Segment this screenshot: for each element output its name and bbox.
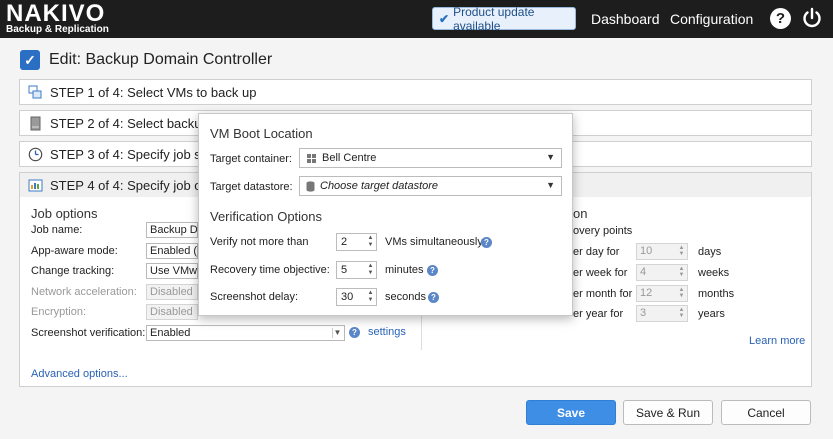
retention-day-value: 10 — [640, 245, 653, 257]
help-icon[interactable]: ? — [428, 292, 439, 303]
power-icon[interactable] — [801, 7, 823, 29]
screenshot-verification-label: Screenshot verification: — [31, 327, 146, 339]
help-icon[interactable]: ? — [427, 265, 438, 276]
checkbox-checked-icon: ✓ — [20, 50, 40, 70]
page-title-text: Edit: Backup Domain Controller — [49, 51, 273, 68]
rto-label: Recovery time objective: — [210, 264, 330, 276]
screenshot-delay-stepper[interactable]: 30 ▲ ▼ — [336, 288, 377, 306]
retention-day-label: er day for — [573, 246, 620, 258]
network-acceleration-label: Network acceleration: — [31, 286, 137, 298]
verification-options-title: Verification Options — [210, 209, 323, 224]
network-acceleration-select: Disabled — [146, 284, 198, 300]
spinner-arrows-icon: ▲ ▼ — [678, 245, 685, 257]
retention-month-value: 12 — [640, 287, 653, 299]
help-icon[interactable]: ? — [349, 327, 360, 338]
target-container-value: Bell Centre — [322, 152, 377, 164]
chevron-down-icon: ▼ — [546, 180, 555, 190]
retention-day-unit: days — [698, 246, 722, 258]
spinner-arrows-icon[interactable]: ▲ ▼ — [366, 290, 375, 304]
retention-month-unit: months — [698, 288, 735, 300]
save-button[interactable]: Save — [526, 400, 616, 425]
vms-icon — [28, 85, 42, 98]
verify-limit-suffix: VMs simultaneously — [385, 236, 483, 248]
cancel-button[interactable]: Cancel — [721, 400, 811, 425]
target-container-select[interactable]: Bell Centre ▼ — [299, 148, 562, 168]
page-title: ✓ Edit: Backup Domain Controller — [20, 50, 272, 70]
retention-title-fragment: on — [573, 206, 588, 221]
step-3-label: STEP 3 of 4: Specify job s — [50, 146, 201, 162]
screenshot-delay-value: 30 — [341, 291, 354, 303]
target-datastore-label: Target datastore: — [210, 181, 293, 193]
screenshot-verification-select[interactable]: Enabled ▼ — [146, 325, 345, 341]
logo-subtitle: Backup & Replication — [6, 24, 109, 35]
learn-more-link[interactable]: Learn more — [749, 335, 805, 347]
retention-week-value: 4 — [640, 266, 647, 278]
vm-boot-location-title: VM Boot Location — [210, 126, 313, 141]
help-icon[interactable]: ? — [770, 8, 791, 29]
clock-icon — [28, 147, 43, 161]
datastore-icon — [306, 180, 315, 192]
app-aware-label: App-aware mode: — [31, 245, 118, 257]
logo-brand: NAKIVO — [6, 0, 106, 27]
spinner-arrows-icon[interactable]: ▲ ▼ — [366, 235, 375, 249]
retention-month-input: 12 ▲ ▼ — [636, 285, 688, 302]
app-aware-select[interactable]: Enabled (p — [146, 243, 198, 259]
spinner-arrows-icon: ▲ ▼ — [678, 266, 685, 278]
target-container-label: Target container: — [210, 153, 292, 165]
rto-suffix: minutes — [385, 264, 424, 276]
job-options-icon — [28, 179, 43, 191]
settings-link[interactable]: settings — [368, 326, 406, 338]
retention-day-input: 10 ▲ ▼ — [636, 243, 688, 260]
screenshot-delay-suffix: seconds — [385, 291, 426, 303]
encryption-select: Disabled — [146, 304, 198, 320]
storage-icon — [30, 116, 41, 130]
retention-year-label: er year for — [573, 308, 624, 320]
retention-year-value: 3 — [640, 307, 647, 319]
rto-stepper[interactable]: 5 ▲ ▼ — [336, 261, 377, 279]
screenshot-delay-label: Screenshot delay: — [210, 291, 299, 303]
nakivo-logo[interactable]: NAKIVO Backup & Replication — [6, 0, 116, 35]
advanced-options-link[interactable]: Advanced options... — [31, 368, 128, 380]
retention-week-label: er week for — [573, 267, 628, 279]
rto-value: 5 — [341, 264, 348, 276]
nav-configuration[interactable]: Configuration — [670, 11, 753, 27]
screenshot-verification-popup: VM Boot Location Target container: Bell … — [198, 113, 573, 316]
step-1-label: STEP 1 of 4: Select VMs to back up — [50, 84, 257, 100]
verify-limit-stepper[interactable]: 2 ▲ ▼ — [336, 233, 377, 251]
product-update-label: Product update available — [453, 4, 535, 33]
top-bar: NAKIVO Backup & Replication ✔ Product up… — [0, 0, 833, 38]
chevron-down-icon: ▼ — [332, 328, 342, 338]
job-options-title: Job options — [31, 206, 98, 221]
nav-dashboard[interactable]: Dashboard — [591, 11, 660, 27]
product-update-button[interactable]: ✔ Product update available — [432, 4, 576, 33]
retention-year-unit: years — [698, 308, 725, 320]
change-tracking-select[interactable]: Use VMwar — [146, 263, 198, 279]
encryption-label: Encryption: — [31, 306, 87, 318]
job-name-label: Job name: — [31, 224, 83, 236]
retention-week-unit: weeks — [698, 267, 730, 279]
target-datastore-placeholder: Choose target datastore — [320, 180, 439, 192]
retention-month-label: er month for — [573, 288, 633, 300]
help-icon[interactable]: ? — [481, 237, 492, 248]
verify-limit-label: Verify not more than — [210, 236, 309, 248]
change-tracking-label: Change tracking: — [31, 265, 115, 277]
step-4-label: STEP 4 of 4: Specify job o — [50, 177, 202, 193]
check-icon: ✔ — [439, 11, 450, 26]
step-1-header[interactable]: STEP 1 of 4: Select VMs to back up — [19, 79, 812, 105]
recovery-points-label: overy points — [573, 225, 633, 237]
spinner-arrows-icon: ▲ ▼ — [678, 287, 685, 299]
spinner-arrows-icon[interactable]: ▲ ▼ — [366, 263, 375, 277]
chevron-down-icon: ▼ — [546, 152, 555, 162]
save-and-run-button[interactable]: Save & Run — [623, 400, 713, 425]
screenshot-verification-value: Enabled — [150, 327, 191, 339]
spinner-arrows-icon: ▲ ▼ — [678, 307, 685, 319]
target-datastore-select[interactable]: Choose target datastore ▼ — [299, 176, 562, 196]
verify-limit-value: 2 — [341, 236, 348, 248]
retention-week-input: 4 ▲ ▼ — [636, 264, 688, 281]
retention-year-input: 3 ▲ ▼ — [636, 305, 688, 322]
step-2-label: STEP 2 of 4: Select backup — [50, 115, 209, 131]
job-name-input[interactable]: Backup Do — [146, 222, 198, 238]
container-icon — [307, 153, 316, 163]
